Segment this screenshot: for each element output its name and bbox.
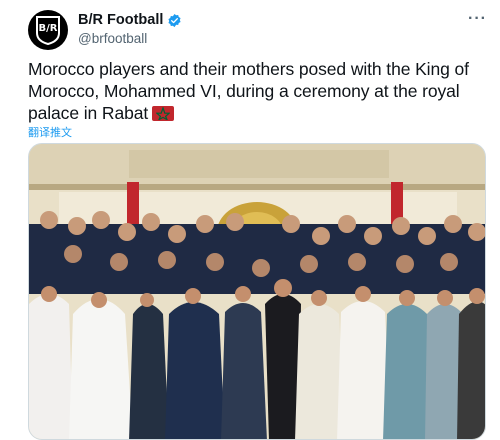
tweet-photo[interactable] <box>28 143 486 440</box>
avatar-text: B/R <box>38 23 58 34</box>
more-options-button[interactable]: ··· <box>468 10 487 28</box>
tweet-card[interactable]: B/R B/R Football @brfootball ··· Morocco… <box>0 0 500 440</box>
tweet-text: Morocco players and their mothers posed … <box>28 58 490 124</box>
ceremony-photo <box>29 144 485 439</box>
account-handle[interactable]: @brfootball <box>78 31 182 46</box>
translate-tweet-link[interactable]: 翻译推文 <box>28 124 72 140</box>
account-names: B/R Football @brfootball <box>78 11 182 46</box>
br-logo-icon: B/R <box>35 15 61 46</box>
tweet-text-content: Morocco players and their mothers posed … <box>28 59 469 123</box>
verified-badge-icon <box>168 13 181 27</box>
display-name[interactable]: B/R Football <box>78 12 163 28</box>
morocco-flag-icon <box>152 106 175 121</box>
account-avatar[interactable]: B/R <box>28 10 68 50</box>
